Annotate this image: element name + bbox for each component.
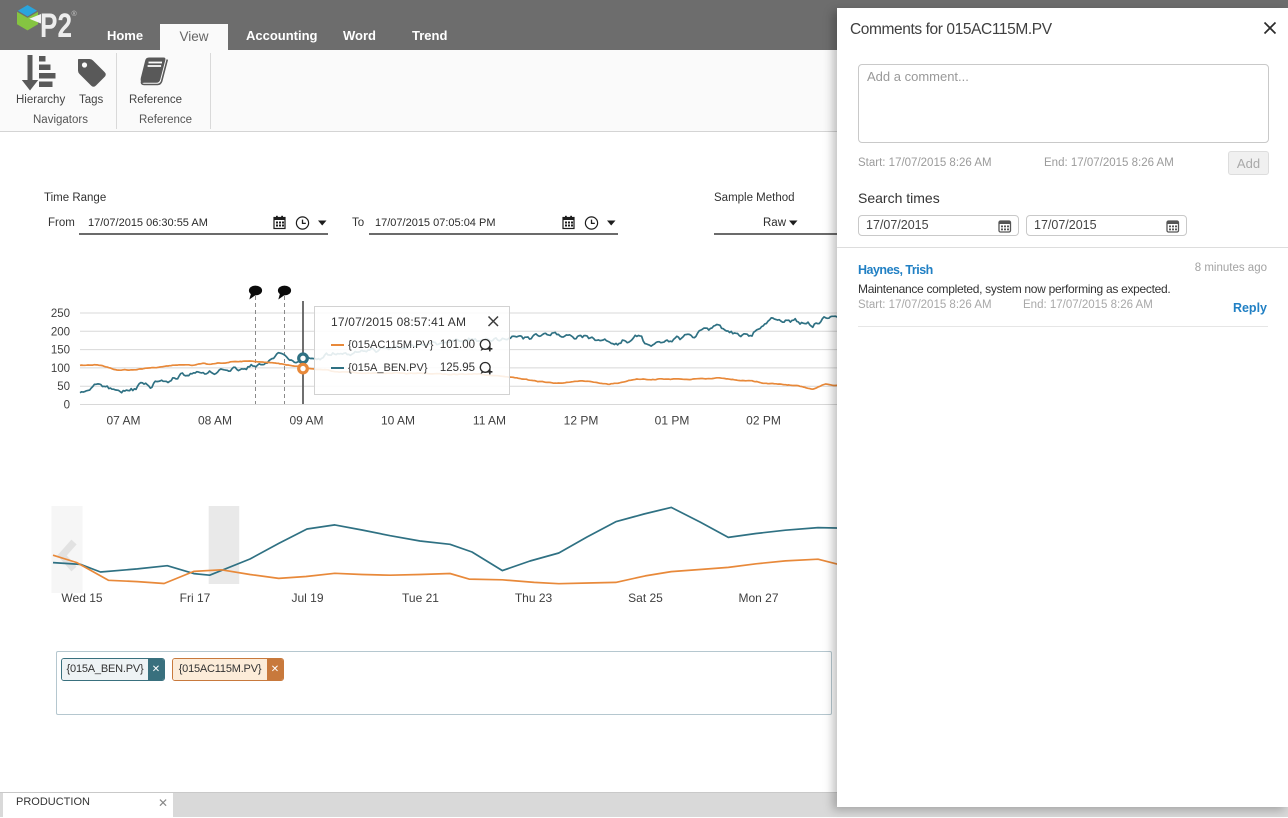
svg-text:Tue 21: Tue 21 — [402, 591, 439, 605]
svg-text:01 PM: 01 PM — [655, 414, 690, 428]
svg-text:08 AM: 08 AM — [198, 414, 232, 428]
svg-text:150: 150 — [51, 345, 70, 357]
svg-text:50: 50 — [57, 381, 70, 393]
svg-text:Fri 17: Fri 17 — [180, 591, 211, 605]
svg-text:02 PM: 02 PM — [746, 414, 781, 428]
svg-text:Jul 19: Jul 19 — [291, 591, 323, 605]
svg-text:Mon 27: Mon 27 — [738, 591, 778, 605]
svg-text:09 AM: 09 AM — [289, 414, 323, 428]
svg-text:Sat 25: Sat 25 — [628, 591, 663, 605]
svg-text:12 PM: 12 PM — [564, 414, 599, 428]
svg-text:100: 100 — [51, 363, 70, 375]
svg-text:200: 200 — [51, 326, 70, 338]
svg-text:07 AM: 07 AM — [106, 414, 140, 428]
svg-text:11 AM: 11 AM — [473, 414, 506, 428]
svg-text:10 AM: 10 AM — [381, 414, 415, 428]
svg-text:Thu 23: Thu 23 — [515, 591, 553, 605]
svg-text:0: 0 — [64, 400, 70, 412]
svg-text:250: 250 — [51, 308, 70, 320]
svg-text:Wed 15: Wed 15 — [61, 591, 102, 605]
